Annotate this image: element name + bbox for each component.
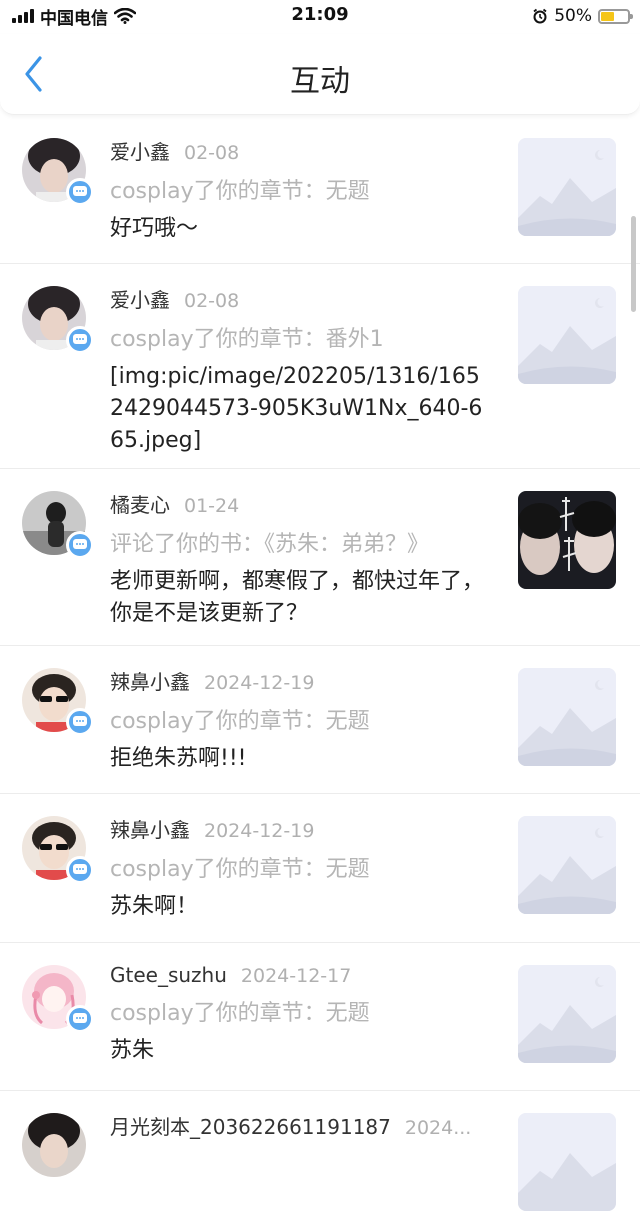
list-item[interactable]: 辣鼻小鑫 2024-12-19 cosplay了你的章节：无题 拒绝朱苏啊!!!	[0, 646, 640, 794]
user-name[interactable]: 辣鼻小鑫	[110, 670, 190, 694]
message-text: [img:pic/image/202205/1316/1652429044573…	[110, 364, 483, 453]
user-name[interactable]: 爱小鑫	[110, 140, 170, 164]
message-text: 苏朱啊！	[110, 894, 199, 919]
chat-bubble-icon	[66, 1005, 94, 1033]
date-label: 01-24	[184, 495, 240, 517]
action-text: 评论了你的书：《苏朱：弟弟？》	[110, 532, 430, 557]
battery-icon	[598, 8, 633, 24]
user-name[interactable]: Gtee_suzhu	[110, 963, 227, 987]
nav-header: 互动	[0, 34, 640, 115]
action-text: cosplay了你的章节：无题	[110, 709, 370, 734]
thumbnail-placeholder[interactable]	[518, 668, 616, 766]
page-title: 互动	[290, 64, 350, 99]
date-label: 2024-12-19	[204, 672, 315, 694]
list-item[interactable]: 月光刻本_203622661191187 2024...	[0, 1091, 640, 1211]
message-text: 拒绝朱苏啊!!!	[110, 746, 247, 771]
message-text: 老师更新啊，都寒假了，都快过年了，你是不是该更新了？	[110, 569, 485, 626]
date-label: 02-08	[184, 142, 240, 164]
item-content: 月光刻本_203622661191187 2024...	[110, 1111, 490, 1140]
list-item[interactable]: 辣鼻小鑫 2024-12-19 cosplay了你的章节：无题 苏朱啊！	[0, 794, 640, 943]
interaction-list: 爱小鑫 02-08 cosplay了你的章节：无题 好巧哦～ 爱小鑫 02-08 c…	[0, 116, 640, 1211]
list-item[interactable]: 橘麦心 01-24 评论了你的书：《苏朱：弟弟？》 老师更新啊，都寒假了，都快过年…	[0, 469, 640, 646]
date-label: 2024...	[404, 1117, 472, 1139]
date-label: 2024-12-19	[204, 820, 315, 842]
date-label: 02-08	[184, 290, 240, 312]
user-name[interactable]: 月光刻本_203622661191187	[110, 1115, 391, 1139]
list-item[interactable]: 爱小鑫 02-08 cosplay了你的章节：无题 好巧哦～	[0, 116, 640, 264]
item-content: Gtee_suzhu 2024-12-17 cosplay了你的章节：无题 苏朱	[110, 963, 490, 1067]
list-item[interactable]: 爱小鑫 02-08 cosplay了你的章节：番外1 [img:pic/image…	[0, 264, 640, 469]
action-text: cosplay了你的章节：无题	[110, 1001, 370, 1026]
chat-bubble-icon	[66, 531, 94, 559]
user-name[interactable]: 橘麦心	[110, 493, 170, 517]
status-right: 50%	[532, 4, 633, 28]
date-label: 2024-12-17	[240, 965, 352, 987]
thumbnail-placeholder[interactable]	[518, 286, 616, 384]
item-content: 爱小鑫 02-08 cosplay了你的章节：番外1 [img:pic/image…	[110, 284, 490, 457]
chat-bubble-icon	[66, 178, 94, 206]
message-text: 好巧哦～	[110, 216, 199, 241]
battery-percent: 50%	[554, 6, 592, 26]
thumbnail-placeholder[interactable]	[518, 138, 616, 236]
item-content: 橘麦心 01-24 评论了你的书：《苏朱：弟弟？》 老师更新啊，都寒假了，都快过年…	[110, 489, 490, 630]
thumbnail-placeholder[interactable]	[518, 965, 616, 1063]
chat-bubble-icon	[66, 708, 94, 736]
action-text: cosplay了你的章节：无题	[110, 857, 370, 882]
user-name[interactable]: 爱小鑫	[110, 288, 170, 312]
status-bar: 中国电信 21:09 50%	[0, 0, 640, 32]
chat-bubble-icon	[66, 326, 94, 354]
book-cover-image[interactable]	[518, 491, 616, 589]
alarm-icon	[533, 8, 547, 24]
user-name[interactable]: 辣鼻小鑫	[110, 818, 190, 842]
chat-bubble-icon	[66, 856, 94, 884]
list-item[interactable]: Gtee_suzhu 2024-12-17 cosplay了你的章节：无题 苏朱	[0, 943, 640, 1091]
action-text: cosplay了你的章节：番外1	[110, 327, 384, 352]
scrollbar[interactable]	[631, 216, 636, 312]
thumbnail-placeholder[interactable]	[518, 1113, 616, 1211]
item-content: 辣鼻小鑫 2024-12-19 cosplay了你的章节：无题 拒绝朱苏啊!!!	[110, 666, 490, 775]
avatar[interactable]	[22, 1113, 86, 1177]
message-text: 苏朱	[110, 1038, 155, 1063]
action-text: cosplay了你的章节：无题	[110, 179, 370, 204]
item-content: 爱小鑫 02-08 cosplay了你的章节：无题 好巧哦～	[110, 136, 490, 245]
thumbnail-placeholder[interactable]	[518, 816, 616, 914]
item-content: 辣鼻小鑫 2024-12-19 cosplay了你的章节：无题 苏朱啊！	[110, 814, 490, 923]
